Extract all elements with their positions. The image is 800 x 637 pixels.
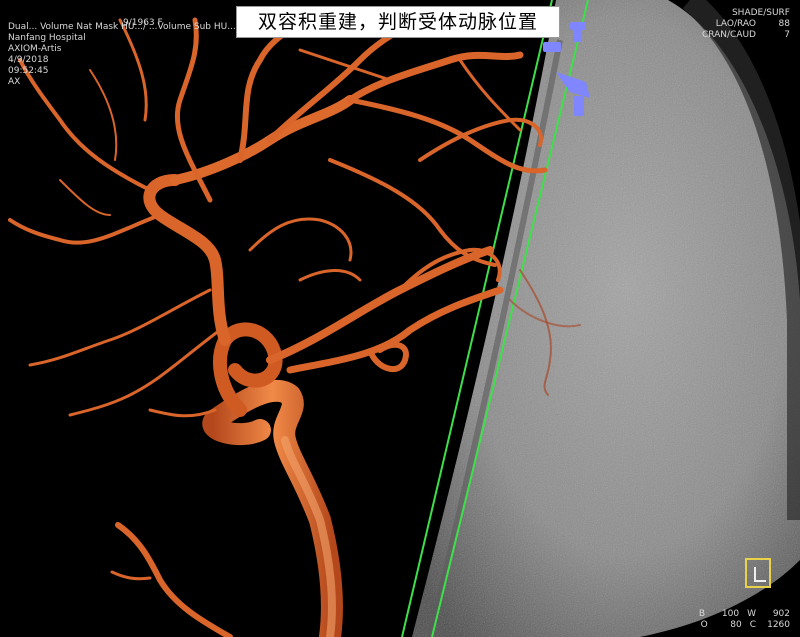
study-date: 4/9/2018 [8, 55, 49, 65]
marker-block [574, 96, 584, 116]
window-level-overlay: B 100 W 902 O 80 C 1260 [699, 609, 790, 631]
w-value: 902 [772, 609, 790, 619]
hospital-name: Nanfang Hospital [8, 33, 86, 43]
cran-caud-label: CRAN/CAUD [701, 30, 756, 40]
o-label: O [700, 620, 708, 630]
c-label: C [749, 620, 756, 630]
angiography-3d-viewer[interactable]: 9/1963 F Dual... Volume Nat Mask HU.../ … [0, 0, 800, 637]
image-caption: 双容积重建，判断受体动脉位置 [236, 6, 560, 38]
lao-rao-value: 88 [778, 19, 790, 29]
marker-block [543, 42, 561, 52]
o-value: 80 [730, 620, 742, 630]
c-value: 1260 [767, 620, 790, 630]
cran-caud-row: CRAN/CAUD 7 [702, 30, 790, 41]
series-description: Dual... Volume Nat Mask HU.../ ...Volume… [8, 22, 236, 32]
study-time: 09:52:45 [8, 66, 49, 76]
volume-render-scene [8, 0, 800, 637]
b-value: 100 [721, 609, 740, 619]
b-label: B [698, 609, 706, 619]
cran-caud-value: 7 [784, 30, 790, 40]
patient-id: 9/1963 F [123, 18, 163, 28]
skull-volume [412, 0, 800, 637]
w-label: W [747, 609, 756, 619]
lao-rao-row: LAO/RAO 88 [702, 19, 790, 30]
lao-rao-label: LAO/RAO [715, 19, 756, 29]
render-mode: SHADE/SURF [731, 8, 790, 18]
marker-block [570, 22, 586, 30]
device-name: AXIOM-Artis [8, 44, 62, 54]
view-orientation: AX [8, 77, 21, 87]
view-angle-overlay: SHADE/SURF LAO/RAO 88 CRAN/CAUD 7 [702, 8, 790, 41]
marker-block [574, 30, 582, 42]
orientation-cube-icon[interactable] [745, 558, 771, 588]
bw-row: B 100 W 902 [699, 609, 790, 620]
oc-row: O 80 C 1260 [699, 620, 790, 631]
patient-info-overlay: 9/1963 F Dual... Volume Nat Mask HU.../ … [8, 18, 236, 88]
